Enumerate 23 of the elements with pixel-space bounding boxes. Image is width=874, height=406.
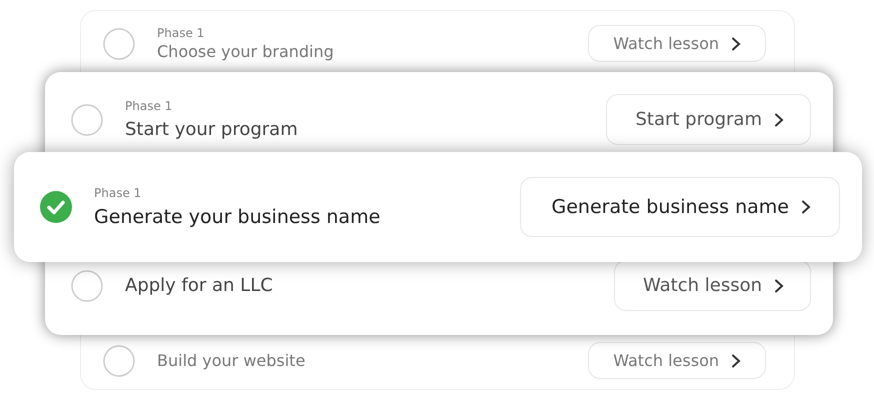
phase-label: Phase 1 (94, 186, 142, 200)
step-title: Generate your business name (94, 206, 382, 228)
action-button[interactable]: Watch lesson (614, 260, 811, 311)
phase-label: Phase 1 (157, 26, 206, 40)
step-title: Start your program (125, 119, 299, 140)
check-icon[interactable] (40, 191, 72, 223)
chevron-icon (731, 36, 741, 50)
action-button[interactable]: Watch lesson (588, 342, 766, 379)
phase-label: Phase 1 (125, 99, 174, 113)
chevron-icon (774, 112, 784, 126)
chevron-icon (801, 200, 811, 214)
step-title: Build your website (157, 351, 306, 370)
action-button[interactable]: Start program (606, 94, 811, 145)
chevron-icon (774, 278, 784, 292)
step-title: Choose your branding (157, 42, 335, 61)
step-title: Apply for an LLC (125, 275, 274, 296)
action-button[interactable]: Generate business name (520, 177, 840, 237)
radio-circle[interactable] (103, 28, 135, 60)
radio-circle[interactable] (71, 270, 103, 302)
action-button[interactable]: Watch lesson (588, 25, 766, 62)
radio-circle[interactable] (71, 104, 103, 136)
chevron-icon (731, 354, 741, 368)
radio-circle[interactable] (103, 344, 135, 376)
